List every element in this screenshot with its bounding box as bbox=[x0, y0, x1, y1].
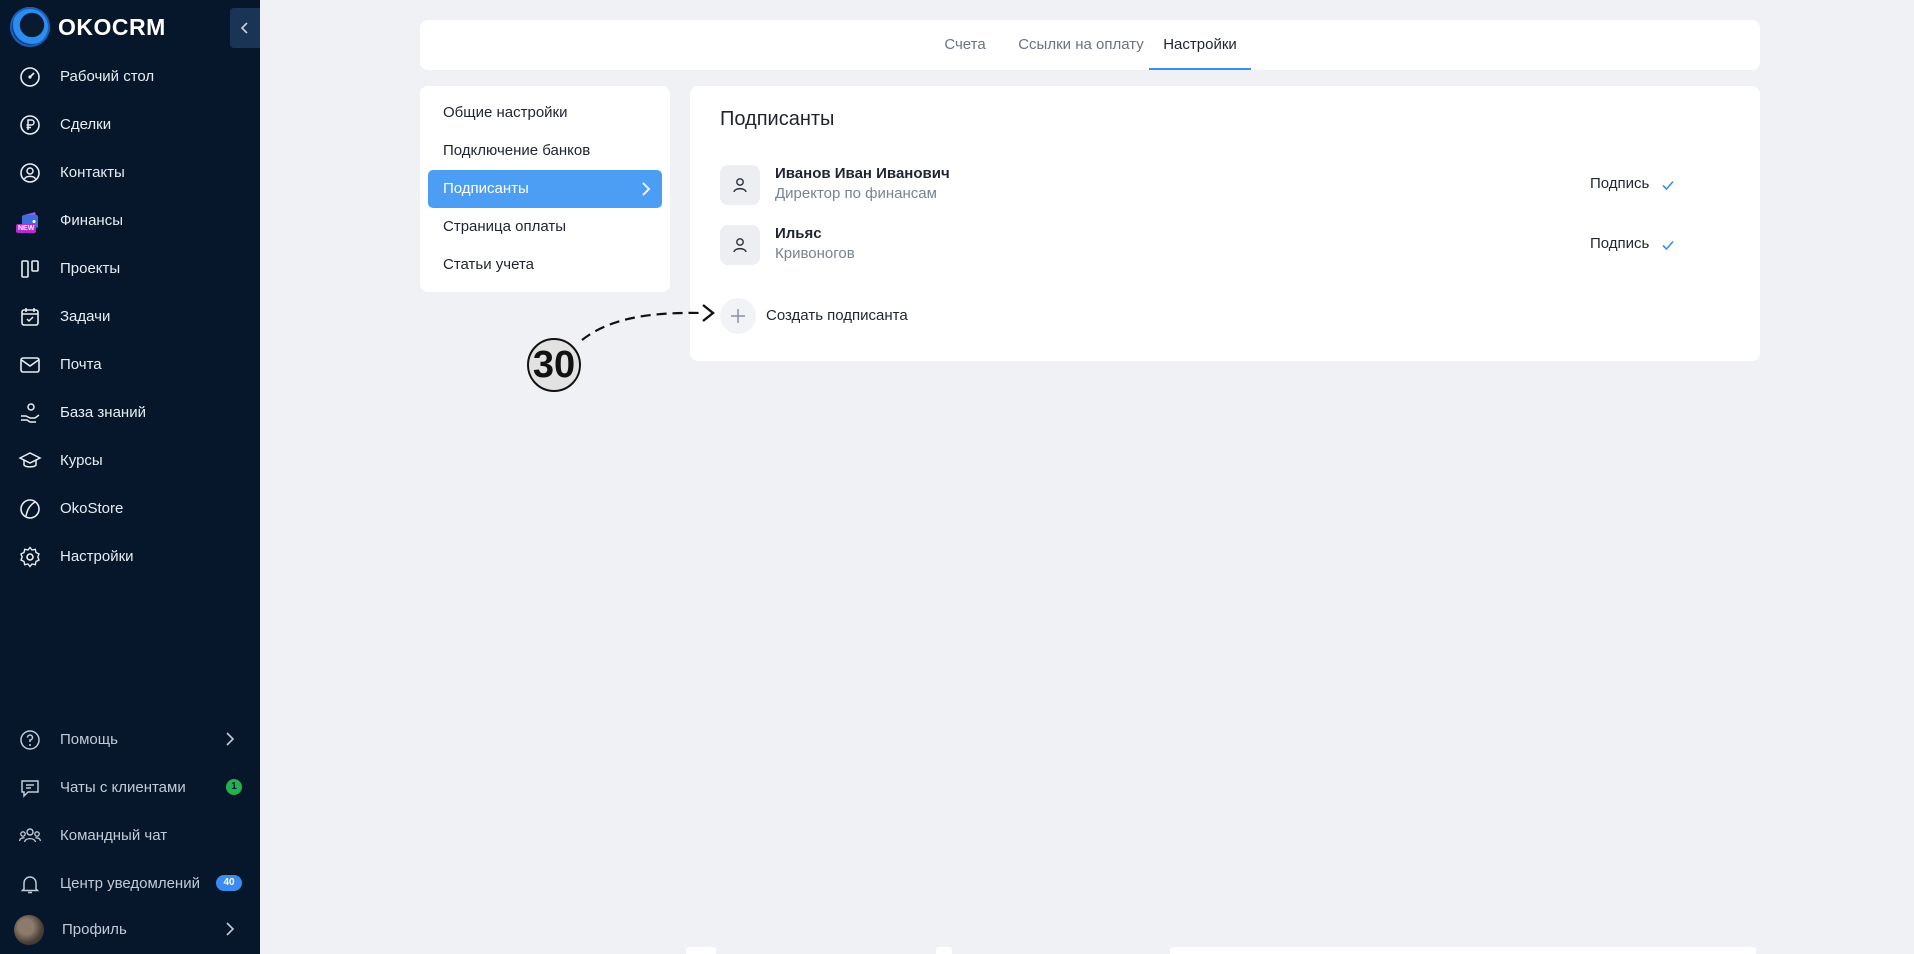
sidebar-item-courses[interactable]: Курсы bbox=[0, 440, 260, 480]
bottom-fragment bbox=[936, 947, 952, 954]
gear-icon bbox=[20, 546, 40, 568]
signature-status: Подпись bbox=[1590, 175, 1650, 192]
sidebar-item-label: Курсы bbox=[60, 451, 103, 469]
logo-icon bbox=[10, 7, 50, 47]
chevron-right-icon bbox=[226, 922, 235, 936]
sidebar-item-label: База знаний bbox=[60, 403, 146, 421]
menu-item-signers[interactable]: Подписанты bbox=[428, 170, 662, 208]
sidebar-item-label: Помощь bbox=[60, 730, 118, 748]
sidebar-item-contacts[interactable]: Контакты bbox=[0, 152, 260, 192]
ruble-icon bbox=[20, 115, 40, 135]
signer-name: Ильяс bbox=[775, 225, 822, 242]
signer-name: Иванов Иван Иванович bbox=[775, 165, 950, 182]
bell-icon bbox=[20, 876, 40, 894]
sidebar-item-label: Почта bbox=[60, 355, 102, 373]
signer-role: Директор по финансам bbox=[775, 185, 937, 202]
signature-status: Подпись bbox=[1590, 235, 1650, 252]
knowledge-icon bbox=[21, 403, 40, 423]
create-signer-label: Создать подписанта bbox=[766, 307, 908, 324]
help-icon bbox=[20, 730, 40, 750]
sidebar-item-tasks[interactable]: Задачи bbox=[0, 296, 260, 336]
chevron-left-icon bbox=[240, 22, 248, 34]
check-icon bbox=[1662, 180, 1674, 191]
sidebar-item-label: OkoStore bbox=[60, 499, 124, 517]
sidebar-item-okostore[interactable]: OkoStore bbox=[0, 488, 260, 528]
tasks-icon bbox=[21, 308, 39, 326]
tabs-bar: Счета Ссылки на оплату Настройки bbox=[420, 20, 1760, 70]
sidebar-item-projects[interactable]: Проекты bbox=[0, 248, 260, 288]
sidebar-item-help[interactable]: Помощь bbox=[0, 719, 260, 759]
sidebar-item-profile[interactable]: Профиль bbox=[0, 909, 260, 949]
settings-menu: Общие настройки Подключение банков Подпи… bbox=[420, 86, 670, 292]
sidebar-item-knowledge[interactable]: База знаний bbox=[0, 392, 260, 432]
sidebar-item-label: Профиль bbox=[62, 920, 127, 938]
sidebar-item-deals[interactable]: Сделки bbox=[0, 104, 260, 144]
sidebar-item-label: Контакты bbox=[60, 163, 125, 181]
chevron-right-icon bbox=[226, 732, 235, 746]
signers-card: Подписанты Иванов Иван Иванович Директор… bbox=[690, 86, 1760, 361]
mail-icon bbox=[20, 357, 40, 373]
app-name: OKOCRM bbox=[58, 13, 166, 40]
tab-invoices[interactable]: Счета bbox=[932, 20, 998, 70]
contact-icon bbox=[20, 163, 40, 183]
projects-icon bbox=[21, 260, 39, 278]
sidebar-item-client-chats[interactable]: Чаты с клиентами 1 bbox=[0, 767, 260, 807]
check-icon bbox=[1662, 240, 1674, 251]
sidebar-item-finance[interactable]: NEW Финансы bbox=[0, 200, 260, 240]
sidebar-item-label: Чаты с клиентами bbox=[60, 778, 186, 796]
menu-item-general-settings[interactable]: Общие настройки bbox=[428, 94, 662, 132]
sidebar-item-team-chat[interactable]: Командный чат bbox=[0, 815, 260, 855]
sidebar: OKOCRM Рабочий стол Сделки Контакты NEW … bbox=[0, 0, 260, 954]
bottom-fragment bbox=[1170, 947, 1756, 954]
sidebar-item-notifications[interactable]: Центр уведомлений 40 bbox=[0, 863, 260, 903]
user-icon bbox=[720, 165, 760, 205]
menu-item-bank-connection[interactable]: Подключение банков bbox=[428, 132, 662, 170]
sidebar-item-label: Командный чат bbox=[60, 826, 168, 844]
user-icon bbox=[720, 225, 760, 265]
notifications-count-badge: 40 bbox=[216, 875, 242, 891]
courses-icon bbox=[18, 452, 42, 468]
signer-row[interactable]: Иванов Иван Иванович Директор по финанса… bbox=[720, 163, 1730, 207]
tab-settings[interactable]: Настройки bbox=[1149, 20, 1251, 70]
bottom-fragment bbox=[686, 947, 716, 954]
sidebar-item-dashboard[interactable]: Рабочий стол bbox=[0, 56, 260, 96]
signer-role: Кривоногов bbox=[775, 245, 855, 262]
create-signer-button[interactable]: Создать подписанта bbox=[720, 298, 1020, 338]
chat-icon bbox=[21, 780, 39, 798]
plus-icon bbox=[720, 298, 756, 334]
sidebar-item-label: Задачи bbox=[60, 307, 111, 325]
signer-row[interactable]: Ильяс Кривоногов Подпись bbox=[720, 223, 1730, 267]
menu-item-accounting-items[interactable]: Статьи учета bbox=[428, 246, 662, 284]
collapse-sidebar-button[interactable] bbox=[230, 8, 260, 48]
dashboard-icon bbox=[20, 67, 40, 87]
client-chats-count-badge: 1 bbox=[226, 779, 242, 795]
sidebar-item-label: Проекты bbox=[60, 259, 121, 277]
menu-item-label: Подписанты bbox=[443, 180, 529, 197]
sidebar-item-label: Финансы bbox=[60, 211, 123, 229]
page-title: Подписанты bbox=[720, 108, 835, 130]
sidebar-item-label: Центр уведомлений bbox=[60, 874, 200, 892]
menu-item-payment-page[interactable]: Страница оплаты bbox=[428, 208, 662, 246]
sidebar-item-label: Сделки bbox=[60, 115, 112, 133]
sidebar-item-label: Настройки bbox=[60, 547, 134, 565]
app-logo[interactable]: OKOCRM bbox=[10, 7, 166, 47]
tab-payment-links[interactable]: Ссылки на оплату bbox=[1008, 20, 1154, 70]
chevron-right-icon bbox=[642, 182, 651, 196]
sidebar-item-mail[interactable]: Почта bbox=[0, 344, 260, 384]
new-badge: NEW bbox=[16, 224, 37, 233]
team-icon bbox=[18, 828, 42, 843]
store-icon bbox=[20, 499, 40, 519]
sidebar-item-settings[interactable]: Настройки bbox=[0, 536, 260, 576]
sidebar-item-label: Рабочий стол bbox=[60, 67, 155, 85]
step-number-badge: 30 bbox=[527, 338, 581, 392]
avatar bbox=[14, 915, 44, 945]
